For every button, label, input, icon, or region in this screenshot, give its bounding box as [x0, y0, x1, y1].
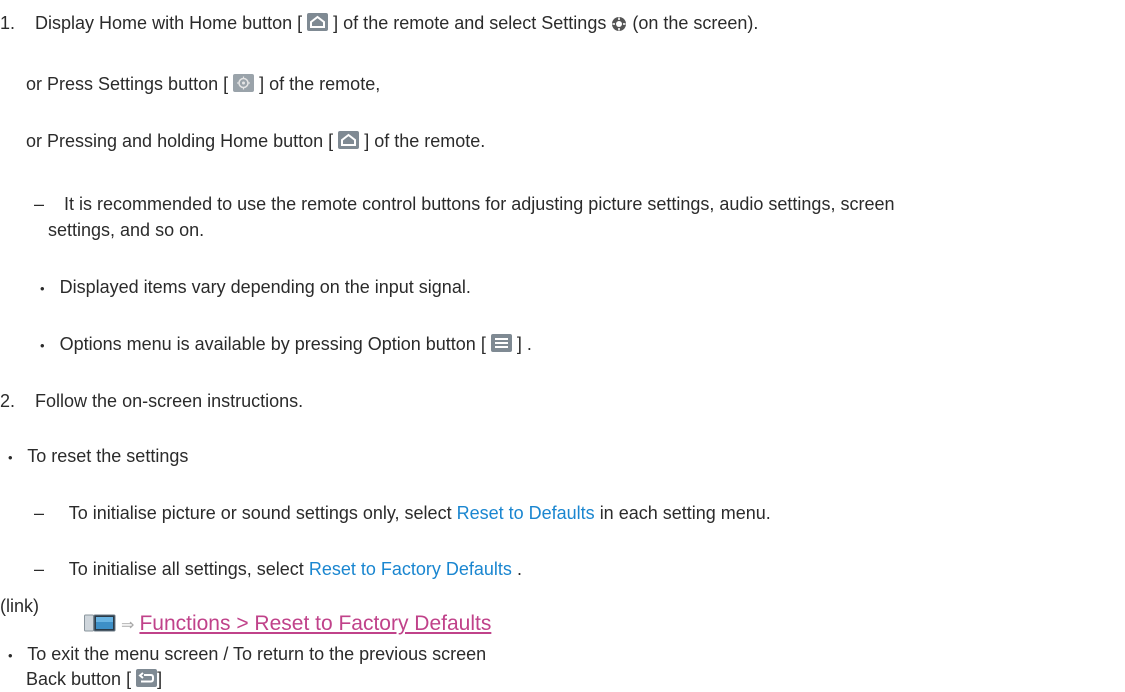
back-icon	[136, 669, 158, 687]
dash-marker: –	[34, 194, 45, 214]
back-text-a: Back button [	[26, 669, 132, 689]
manual-page: { "step1": { "number": "1.", "part1": "D…	[0, 0, 1125, 692]
home-icon	[338, 131, 360, 149]
tv-reference-icon	[84, 613, 116, 639]
step-2-text: Follow the on-screen instructions.	[35, 391, 304, 411]
home-icon	[307, 13, 329, 31]
step-1-text-b: ] of the remote and select Settings	[333, 13, 607, 33]
link-label: (link)	[0, 595, 39, 617]
step-1-text-c: (on the screen).	[632, 13, 759, 33]
reset-item-2-text-a: To initialise all settings, select	[68, 559, 304, 579]
alt-1-text-a: or Press Settings button [	[26, 74, 229, 94]
note-line-1: It is recommended to use the remote cont…	[64, 194, 895, 214]
alt-settings-button: or Press Settings button [ ] of the remo…	[26, 73, 380, 95]
gear-icon	[611, 15, 627, 37]
back-text-b: ]	[157, 669, 163, 689]
link-label-text: (link)	[0, 596, 39, 616]
note-recommended-cont: settings, and so on.	[48, 219, 204, 241]
dash-marker: –	[34, 503, 45, 523]
reset-item-1-text-b: in each setting menu.	[599, 503, 771, 523]
reset-to-factory-defaults-link[interactable]: Reset to Factory Defaults	[309, 559, 512, 579]
step-2: 2. Follow the on-screen instructions.	[0, 390, 303, 412]
arrow-icon: ⇒	[121, 617, 135, 634]
alt-home-hold: or Pressing and holding Home button [ ] …	[26, 130, 485, 152]
reset-heading-text: To reset the settings	[27, 446, 189, 466]
option-menu-icon	[490, 334, 512, 352]
dash-marker: –	[34, 559, 45, 579]
bullet-displayed-items: • Displayed items vary depending on the …	[40, 276, 471, 300]
bullet-marker: •	[40, 281, 45, 296]
step-1-text-a: Display Home with Home button [	[35, 13, 303, 33]
back-button-row: Back button [ ]	[26, 668, 162, 690]
step-number: 2.	[0, 391, 16, 411]
bullet-marker: •	[8, 648, 13, 663]
reset-item-defaults: – To initialise picture or sound setting…	[34, 502, 771, 524]
reset-item-factory: – To initialise all settings, select Res…	[34, 558, 522, 580]
reset-item-2-text-b: .	[516, 559, 522, 579]
reset-heading: • To reset the settings	[8, 445, 188, 469]
note-recommended: – It is recommended to use the remote co…	[34, 193, 894, 215]
step-number: 1.	[0, 13, 16, 33]
reset-to-defaults-link[interactable]: Reset to Defaults	[457, 503, 595, 523]
alt-2-text-a: or Pressing and holding Home button [	[26, 131, 334, 151]
settings-button-icon	[233, 74, 255, 92]
step-1: 1. Display Home with Home button [ ] of …	[0, 12, 758, 37]
bullet-1-text: Displayed items vary depending on the in…	[59, 277, 471, 297]
reference-link-row[interactable]: ⇒ Functions > Reset to Factory Defaults	[84, 611, 491, 639]
bullet-marker: •	[8, 450, 13, 465]
bullet-options-menu: • Options menu is available by pressing …	[40, 333, 532, 357]
exit-heading: • To exit the menu screen / To return to…	[8, 643, 486, 667]
reset-item-1-text-a: To initialise picture or sound settings …	[68, 503, 452, 523]
alt-1-text-b: ] of the remote,	[259, 74, 381, 94]
bullet-2-text-b: ] .	[516, 334, 532, 354]
exit-heading-text: To exit the menu screen / To return to t…	[27, 644, 487, 664]
alt-2-text-b: ] of the remote.	[364, 131, 486, 151]
functions-reset-factory-link[interactable]: Functions > Reset to Factory Defaults	[139, 612, 491, 635]
note-line-2: settings, and so on.	[48, 220, 205, 240]
bullet-marker: •	[40, 338, 45, 353]
bullet-2-text-a: Options menu is available by pressing Op…	[59, 334, 486, 354]
